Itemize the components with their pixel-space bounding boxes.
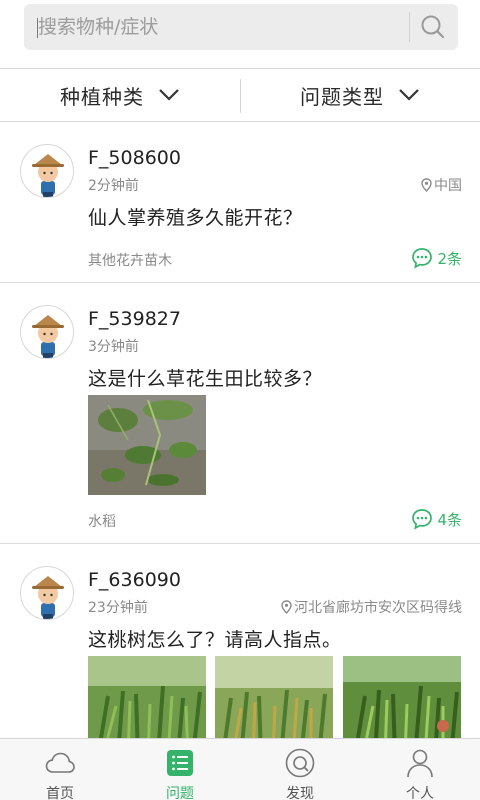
nav-home[interactable]: 首页 <box>0 739 120 800</box>
bottom-nav: 首页 问题 发现 个人 <box>0 738 480 800</box>
location-text: 河北省廊坊市安次区码得线 <box>294 600 462 616</box>
comment-count[interactable]: 4条 <box>411 508 462 530</box>
question-card[interactable]: F_508600 2分钟前 中国 仙人掌养殖多久能开花？ 其他花卉苗木 2条 <box>0 122 480 283</box>
post-title[interactable]: 仙人掌养殖多久能开花？ <box>88 203 303 230</box>
question-card[interactable]: F_636090 23分钟前 河北省廊坊市安次区码得线 这桃树怎么了？请高人指点… <box>0 544 480 738</box>
farmer-avatar-icon <box>32 576 64 619</box>
post-location: 河北省廊坊市安次区码得线 <box>281 597 462 617</box>
filter-label: 种植种类 <box>60 84 144 109</box>
username[interactable]: F_636090 <box>88 569 181 591</box>
chevron-down-icon <box>399 89 419 101</box>
filter-bar: 种植种类 问题类型 <box>0 68 480 122</box>
comment-count-text: 2条 <box>437 249 462 268</box>
post-image[interactable] <box>88 656 206 738</box>
list-icon <box>167 750 193 776</box>
question-card[interactable]: F_539827 3分钟前 这是什么草花生田比较多？ 水稻 4条 <box>0 283 480 544</box>
location-pin-icon <box>281 600 292 614</box>
nav-label: 个人 <box>406 786 434 800</box>
post-image[interactable] <box>215 656 333 738</box>
post-time: 3分钟前 <box>88 339 139 355</box>
app: 种植种类 问题类型 <box>0 0 480 800</box>
text-caret <box>37 18 38 38</box>
search-icon[interactable] <box>420 14 446 40</box>
search-divider <box>409 12 410 42</box>
filter-plant-type[interactable]: 种植种类 <box>0 69 240 121</box>
username[interactable]: F_508600 <box>88 147 181 169</box>
search-box[interactable] <box>24 4 458 50</box>
post-tag[interactable]: 其他花卉苗木 <box>88 250 172 270</box>
location-pin-icon <box>421 178 432 192</box>
post-tag[interactable]: 水稻 <box>88 511 116 531</box>
nav-profile[interactable]: 个人 <box>360 739 480 800</box>
search-bar <box>0 0 480 68</box>
post-title[interactable]: 这桃树怎么了？请高人指点。 <box>88 625 342 652</box>
plant-photo <box>215 656 333 738</box>
post-title[interactable]: 这是什么草花生田比较多？ <box>88 364 322 391</box>
location-text: 中国 <box>434 178 462 194</box>
comment-bubble-icon <box>412 248 433 269</box>
post-time: 2分钟前 <box>88 178 139 194</box>
question-feed: F_508600 2分钟前 中国 仙人掌养殖多久能开花？ 其他花卉苗木 2条 F… <box>0 122 480 738</box>
person-icon <box>407 749 433 778</box>
plant-photo <box>88 656 206 738</box>
post-location: 中国 <box>421 175 462 195</box>
plant-photo <box>88 395 206 495</box>
post-time: 23分钟前 <box>88 600 148 616</box>
nav-label: 问题 <box>166 786 194 800</box>
discover-icon <box>285 748 315 778</box>
avatar[interactable] <box>20 144 74 198</box>
post-image[interactable] <box>88 395 206 495</box>
farmer-avatar-icon <box>32 154 64 197</box>
farmer-avatar-icon <box>32 315 64 358</box>
nav-discover[interactable]: 发现 <box>240 739 360 800</box>
nav-label: 首页 <box>46 786 74 800</box>
search-input[interactable] <box>38 4 398 50</box>
cloud-icon <box>45 752 75 773</box>
avatar[interactable] <box>20 566 74 620</box>
nav-questions[interactable]: 问题 <box>120 739 240 800</box>
filter-problem-type[interactable]: 问题类型 <box>240 69 480 121</box>
chevron-down-icon <box>159 89 179 101</box>
comment-bubble-icon <box>412 509 433 530</box>
nav-label: 发现 <box>286 786 314 800</box>
comment-count[interactable]: 2条 <box>411 247 462 269</box>
avatar[interactable] <box>20 305 74 359</box>
post-image[interactable] <box>343 656 461 738</box>
comment-count-text: 4条 <box>437 510 462 529</box>
filter-label: 问题类型 <box>300 84 384 109</box>
plant-photo <box>343 656 461 738</box>
username[interactable]: F_539827 <box>88 308 181 330</box>
